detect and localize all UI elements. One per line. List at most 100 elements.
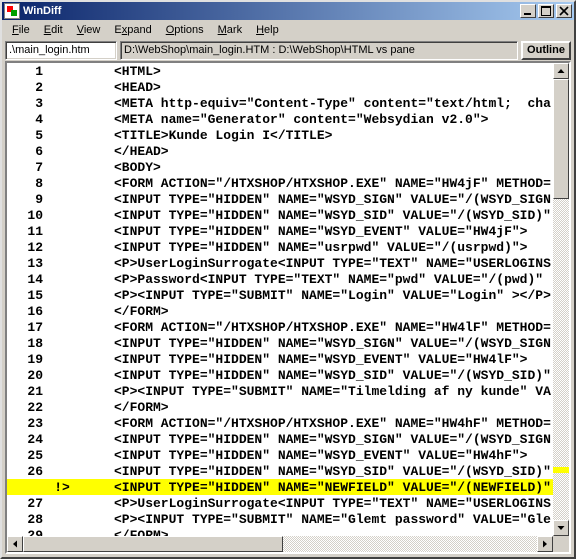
line-number: 7 [7,160,46,175]
maximize-button[interactable] [538,4,554,18]
menu-help[interactable]: Help [250,22,285,38]
code-text: <P><INPUT TYPE="SUBMIT" NAME="Glemt pass… [78,512,551,527]
description-field[interactable]: D:\WebShop\main_login.HTM : D:\WebShop\H… [120,41,518,60]
scroll-down-button[interactable] [553,520,569,536]
code-text: <META name="Generator" content="Websydia… [78,112,488,127]
menu-options[interactable]: Options [160,22,210,38]
code-line[interactable]: 9<INPUT TYPE="HIDDEN" NAME="WSYD_SIGN" V… [7,191,553,207]
code-text: </FORM> [78,528,169,537]
line-number: 16 [7,304,46,319]
line-number: 4 [7,112,46,127]
menu-expand[interactable]: Expand [108,22,157,38]
code-text: <INPUT TYPE="HIDDEN" NAME="WSYD_EVENT" V… [78,448,527,463]
code-text: <META http-equiv="Content-Type" content=… [78,96,551,111]
code-line[interactable]: 28 <P><INPUT TYPE="SUBMIT" NAME="Glemt pa… [7,511,553,527]
line-number: 12 [7,240,46,255]
menu-edit[interactable]: Edit [38,22,69,38]
menu-view[interactable]: View [71,22,107,38]
vertical-scrollbar[interactable] [553,63,569,536]
vertical-scroll-thumb[interactable] [553,79,569,199]
code-line[interactable]: 3<META http-equiv="Content-Type" content… [7,95,553,111]
code-line[interactable]: 12<INPUT TYPE="HIDDEN" NAME="usrpwd" VAL… [7,239,553,255]
line-number: 27 [7,496,46,511]
code-line[interactable]: 17 <FORM ACTION="/HTXSHOP/HTXSHOP.EXE" NA… [7,319,553,335]
line-number: 22 [7,400,46,415]
code-line[interactable]: 25<INPUT TYPE="HIDDEN" NAME="WSYD_EVENT"… [7,447,553,463]
code-line[interactable]: 19<INPUT TYPE="HIDDEN" NAME="WSYD_EVENT"… [7,351,553,367]
code-line[interactable]: 24<INPUT TYPE="HIDDEN" NAME="WSYD_SIGN" … [7,431,553,447]
code-line[interactable]: 7 <BODY> [7,159,553,175]
horizontal-scroll-thumb[interactable] [23,536,283,552]
code-line[interactable]: 6 </HEAD> [7,143,553,159]
line-number: 24 [7,432,46,447]
menu-bar: FileEditViewExpandOptionsMarkHelp [2,20,574,39]
code-text: </HEAD> [78,144,169,159]
line-number: 8 [7,176,46,191]
line-number: 28 [7,512,46,527]
line-number: 10 [7,208,46,223]
code-line[interactable]: 8 <FORM ACTION="/HTXSHOP/HTXSHOP.EXE" NAM… [7,175,553,191]
line-number: 2 [7,80,46,95]
title-bar[interactable]: WinDiff [2,2,574,20]
code-line[interactable]: 11<INPUT TYPE="HIDDEN" NAME="WSYD_EVENT"… [7,223,553,239]
outline-button[interactable]: Outline [521,41,571,60]
code-line[interactable]: 1 <HTML> [7,63,553,79]
code-line[interactable]: 29 </FORM> [7,527,553,536]
code-text: <BODY> [78,160,161,175]
app-icon [4,3,20,19]
line-number: 29 [7,528,46,537]
code-line[interactable]: 4 <META name="Generator" content="Websydi… [7,111,553,127]
code-line[interactable]: 18<INPUT TYPE="HIDDEN" NAME="WSYD_SIGN" … [7,335,553,351]
code-line[interactable]: 5<TITLE>Kunde Login I</TITLE> [7,127,553,143]
path-field[interactable]: .\main_login.htm [5,41,117,60]
code-line[interactable]: 21<P><INPUT TYPE="SUBMIT" NAME="Tilmeldi… [7,383,553,399]
code-text: <P><INPUT TYPE="SUBMIT" NAME="Login" VAL… [78,288,551,303]
code-text: </FORM> [78,304,169,319]
code-line[interactable]: 27<P>UserLoginSurrogate<INPUT TYPE="TEXT… [7,495,553,511]
code-text: <INPUT TYPE="HIDDEN" NAME="WSYD_SID" VAL… [78,368,551,383]
line-number: 14 [7,272,46,287]
code-text: <INPUT TYPE="HIDDEN" NAME="WSYD_SID" VAL… [78,208,551,223]
code-text: <INPUT TYPE="HIDDEN" NAME="WSYD_SID" VAL… [78,464,551,479]
diff-marker [553,467,569,473]
code-line[interactable]: 16 </FORM> [7,303,553,319]
scroll-right-button[interactable] [537,536,553,552]
code-line[interactable]: 2<HEAD> [7,79,553,95]
horizontal-scrollbar[interactable] [7,536,553,552]
code-text: <P>Password<INPUT TYPE="TEXT" NAME="pwd"… [78,272,543,287]
diff-line-inserted[interactable]: !><INPUT TYPE="HIDDEN" NAME="NEWFIELD" V… [7,479,553,495]
scroll-up-button[interactable] [553,63,569,79]
main-window: WinDiff FileEditViewExpandOptionsMarkHel… [0,0,576,559]
line-number: 20 [7,368,46,383]
code-line[interactable]: 26<INPUT TYPE="HIDDEN" NAME="WSYD_SID" V… [7,463,553,479]
line-number: 5 [7,128,46,143]
code-text: <INPUT TYPE="HIDDEN" NAME="WSYD_SIGN" VA… [78,336,551,351]
line-number: 6 [7,144,46,159]
menu-file[interactable]: File [6,22,36,38]
scroll-left-button[interactable] [7,536,23,552]
code-line[interactable]: 23<FORM ACTION="/HTXSHOP/HTXSHOP.EXE" NA… [7,415,553,431]
code-text: <P><INPUT TYPE="SUBMIT" NAME="Tilmelding… [78,384,551,399]
line-number: 13 [7,256,46,271]
code-line[interactable]: 10 <INPUT TYPE="HIDDEN" NAME="WSYD_SID" V… [7,207,553,223]
line-number: 1 [7,64,46,79]
code-line[interactable]: 13<P>UserLoginSurrogate<INPUT TYPE="TEXT… [7,255,553,271]
close-button[interactable] [556,4,572,18]
code-text: <FORM ACTION="/HTXSHOP/HTXSHOP.EXE" NAME… [78,176,551,191]
line-number: 19 [7,352,46,367]
toolbar: .\main_login.htm D:\WebShop\main_login.H… [2,39,574,61]
menu-mark[interactable]: Mark [212,22,248,38]
diff-pane: 1 <HTML>2<HEAD>3<META http-equiv="Content… [5,61,571,554]
code-line[interactable]: 22</FORM> [7,399,553,415]
code-line[interactable]: 14 <P>Password<INPUT TYPE="TEXT" NAME="pw… [7,271,553,287]
line-number: 17 [7,320,46,335]
line-number: 11 [7,224,46,239]
code-line[interactable]: 20 <INPUT TYPE="HIDDEN" NAME="WSYD_SID" V… [7,367,553,383]
window-buttons [518,4,572,18]
code-text: <FORM ACTION="/HTXSHOP/HTXSHOP.EXE" NAME… [78,320,551,335]
code-text: <HTML> [78,64,161,79]
diff-content[interactable]: 1 <HTML>2<HEAD>3<META http-equiv="Content… [7,63,553,536]
minimize-button[interactable] [520,4,536,18]
line-number: 23 [7,416,46,431]
code-line[interactable]: 15<P><INPUT TYPE="SUBMIT" NAME="Login" V… [7,287,553,303]
